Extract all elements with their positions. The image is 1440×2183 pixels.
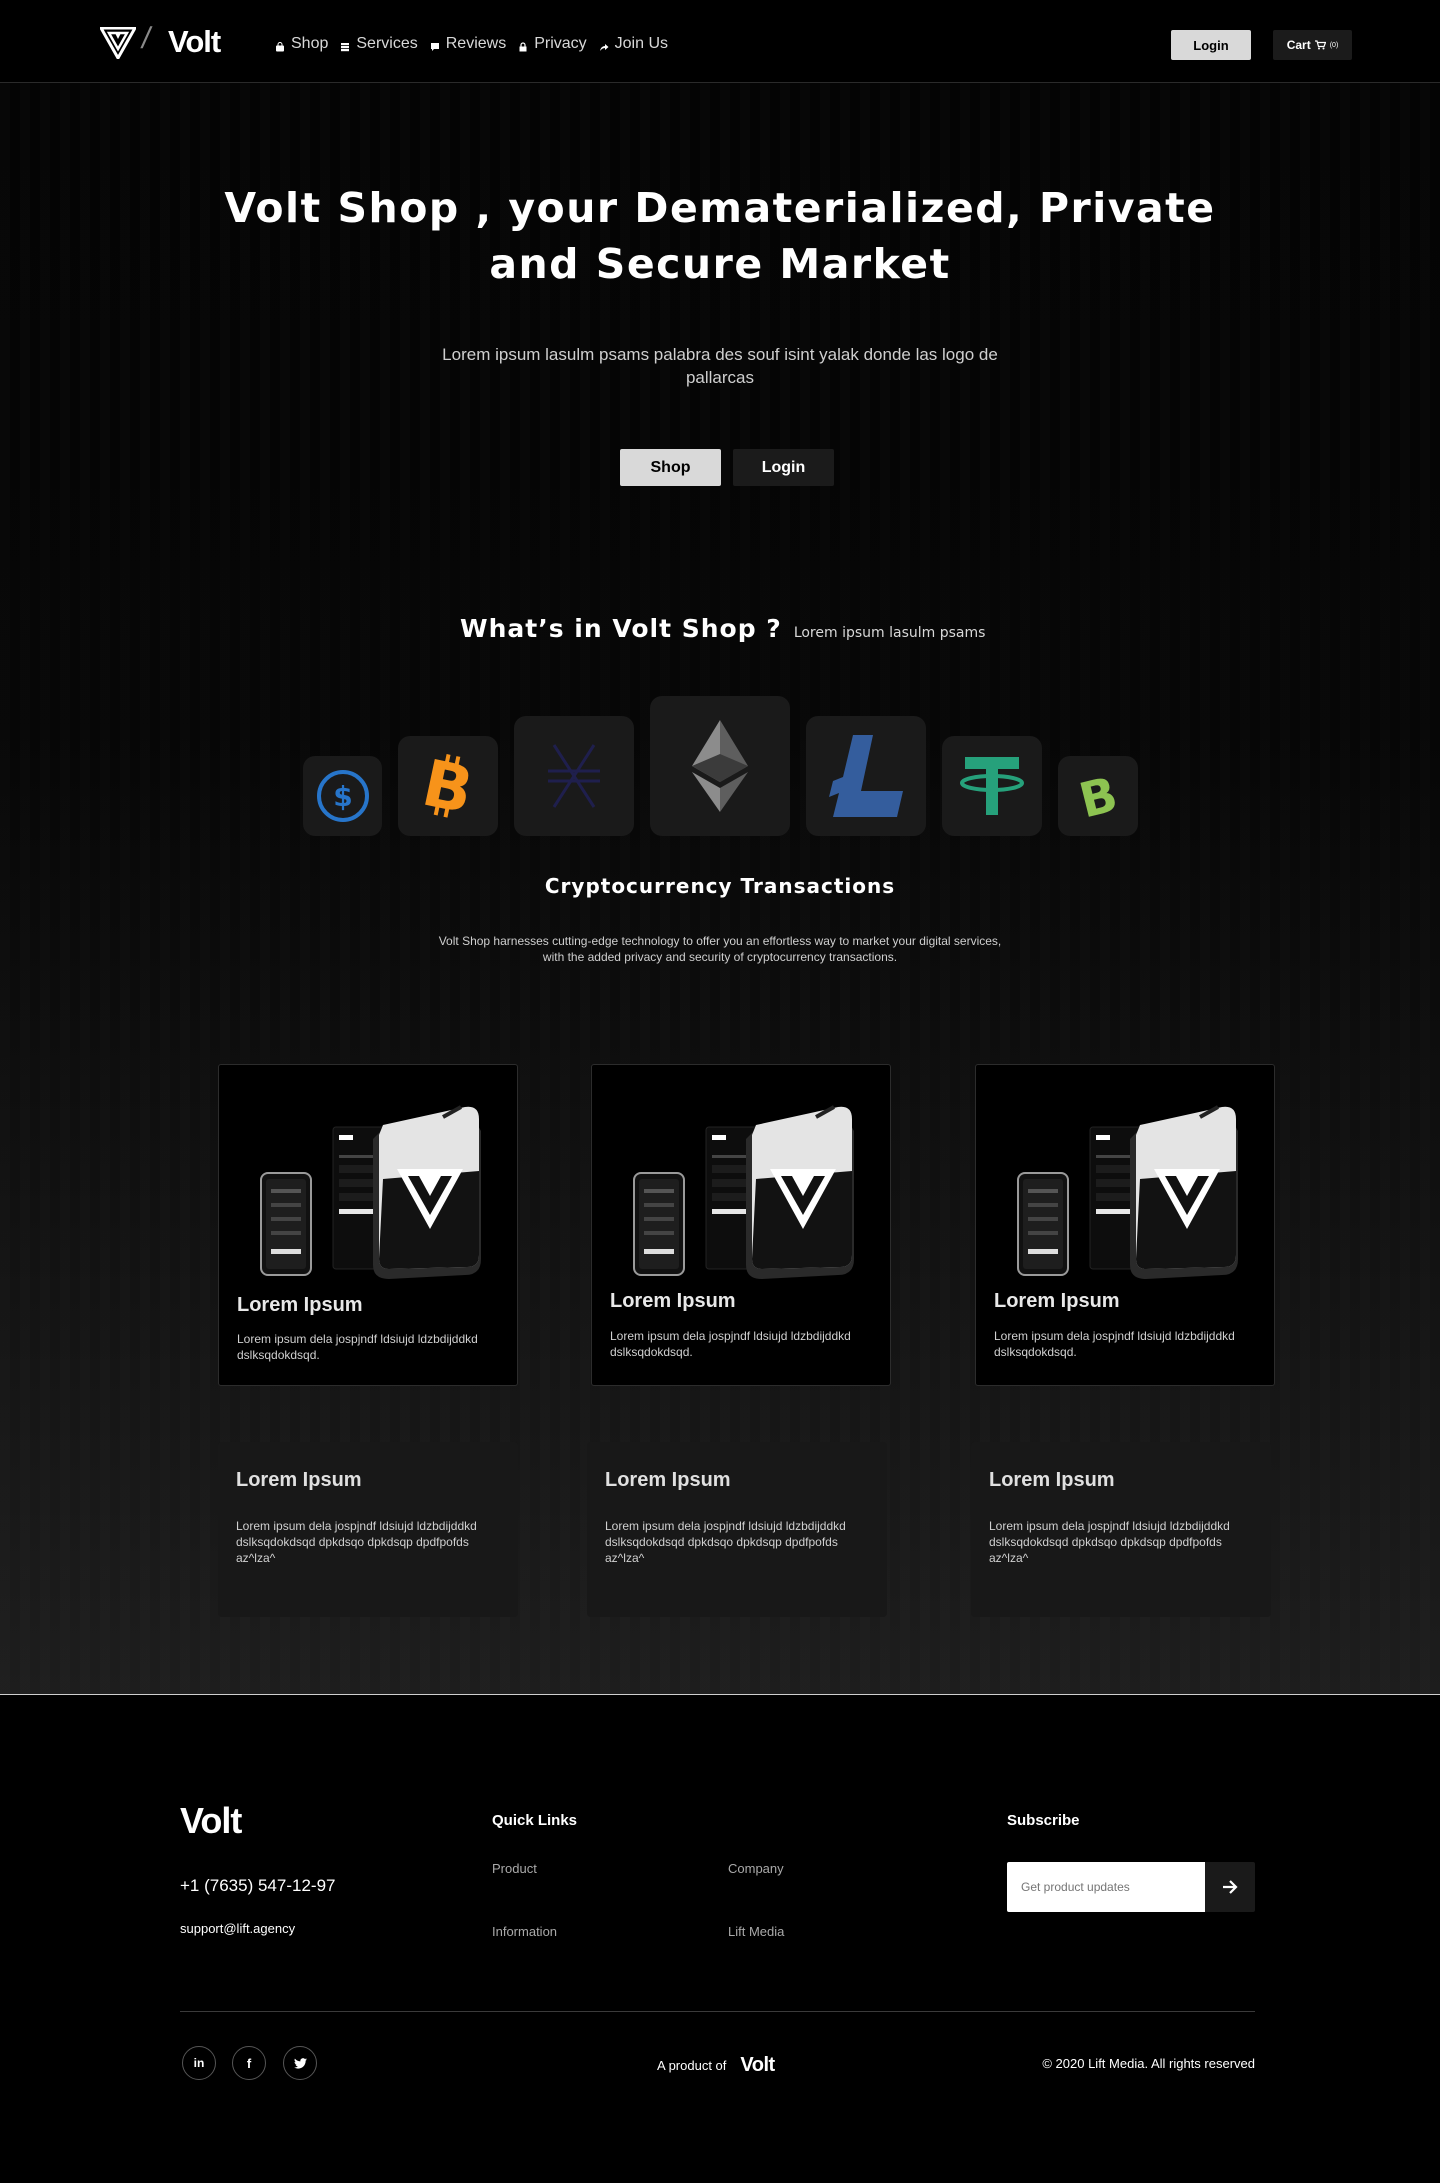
menu-item-services[interactable]: Services [340, 35, 418, 53]
product-of: A product of Volt [657, 2054, 775, 2077]
product-card[interactable]: Lorem Ipsum Lorem ipsum dela jospjndf ld… [591, 1064, 891, 1386]
footer-logo[interactable]: Volt [180, 1800, 242, 1842]
ethereum-icon [692, 720, 748, 812]
menu-item-privacy[interactable]: Privacy [518, 35, 587, 53]
footer-link-information[interactable]: Information [492, 1924, 557, 1939]
menu-item-label: Services [356, 35, 418, 52]
footer-divider [180, 2011, 1255, 2012]
footer-phone[interactable]: +1 (7635) 547-12-97 [180, 1876, 335, 1896]
menu-item-label: Privacy [534, 35, 587, 52]
svg-text:B: B [1076, 770, 1120, 822]
product-card[interactable]: Lorem Ipsum Lorem ipsum dela jospjndf ld… [218, 1064, 518, 1386]
volt-triangle-logo-icon[interactable] [98, 26, 138, 64]
menu-item-label: Join Us [614, 35, 669, 52]
arrow-right-icon [1223, 1880, 1238, 1894]
bag-icon [276, 42, 284, 52]
hero-login-button[interactable]: Login [733, 449, 834, 486]
hero-subtitle: Lorem ipsum lasulm psams palabra des sou… [442, 345, 998, 387]
facebook-icon: f [246, 2055, 252, 2071]
nav-login-button[interactable]: Login [1171, 30, 1251, 60]
facebook-link[interactable]: f [232, 2046, 266, 2080]
info-card-title: Lorem Ipsum [989, 1469, 1115, 1491]
svg-text:$: $ [333, 780, 352, 813]
card-title: Lorem Ipsum [237, 1294, 363, 1316]
product-mockup-image [606, 1079, 878, 1293]
main-menu: Shop Services Reviews Privacy Join Us [275, 35, 668, 53]
coin-tile-usdc: $ [303, 756, 382, 836]
coin-tile-stellar [514, 716, 634, 836]
lock-icon [519, 42, 527, 52]
features-heading: What’s in Volt Shop ? Lorem ipsum lasulm… [460, 614, 985, 643]
subscribe-form [1007, 1862, 1255, 1912]
subscribe-title: Subscribe [1007, 1812, 1080, 1829]
cart-count: (0) [1329, 41, 1339, 49]
usdc-icon: $ [316, 770, 369, 822]
bitcoin-icon: B [420, 753, 476, 819]
product-mockup-image [990, 1079, 1262, 1293]
info-card-text: Lorem ipsum dela jospjndf ldsiujd ldzbdi… [605, 1519, 846, 1565]
info-card: Lorem Ipsum Lorem ipsum dela jospjndf ld… [971, 1442, 1271, 1617]
stack-icon [341, 43, 350, 52]
cart-label: Cart [1286, 38, 1311, 52]
subscribe-email-input[interactable] [1007, 1862, 1205, 1912]
product-mockup-image [233, 1079, 505, 1293]
card-title: Lorem Ipsum [994, 1290, 1120, 1312]
twitter-icon [293, 2057, 307, 2069]
features-subtitle: Lorem ipsum lasulm psams [793, 625, 986, 641]
footer-link-company[interactable]: Company [728, 1861, 784, 1876]
footer [0, 1694, 1440, 2183]
top-nav: / Volt Shop Services Reviews Privacy Joi… [0, 0, 1440, 83]
footer-email[interactable]: support@lift.agency [180, 1921, 295, 1936]
info-card-title: Lorem Ipsum [236, 1469, 362, 1491]
tether-icon [960, 757, 1024, 815]
card-text: Lorem ipsum dela jospjndf ldsiujd ldzbdi… [994, 1329, 1235, 1359]
cart-icon [1314, 40, 1326, 50]
card-title: Lorem Ipsum [610, 1290, 736, 1312]
info-card-text: Lorem ipsum dela jospjndf ldsiujd ldzbdi… [236, 1519, 477, 1565]
coin-tile-bitcoin: B [398, 736, 498, 836]
info-card: Lorem Ipsum Lorem ipsum dela jospjndf ld… [587, 1442, 887, 1617]
twitter-link[interactable] [283, 2046, 317, 2080]
linkedin-icon: in [193, 2056, 205, 2070]
chat-icon [430, 43, 439, 51]
coin-tile-ethereum [650, 696, 790, 836]
coin-tile-litecoin [806, 716, 926, 836]
footer-link-lift-media[interactable]: Lift Media [728, 1924, 784, 1939]
card-text: Lorem ipsum dela jospjndf ldsiujd ldzbdi… [610, 1329, 851, 1359]
menu-item-label: Reviews [445, 35, 507, 52]
coin-tile-tether [942, 736, 1042, 836]
info-card-title: Lorem Ipsum [605, 1469, 731, 1491]
hero-title: Volt Shop , your Dematerialized, Private… [224, 184, 1216, 288]
product-of-brand[interactable]: Volt [740, 2054, 775, 2077]
brand-name[interactable]: Volt [168, 24, 221, 60]
footer-link-product[interactable]: Product [492, 1861, 537, 1876]
quick-links-title: Quick Links [492, 1812, 578, 1829]
linkedin-link[interactable]: in [182, 2046, 216, 2080]
card-text: Lorem ipsum dela jospjndf ldsiujd ldzbdi… [237, 1332, 478, 1362]
bitcoin-cash-icon: B [1076, 770, 1120, 822]
stellar-icon [548, 744, 600, 808]
info-card-text: Lorem ipsum dela jospjndf ldsiujd ldzbdi… [989, 1519, 1230, 1565]
menu-item-join-us[interactable]: Join Us [599, 35, 668, 53]
info-card: Lorem Ipsum Lorem ipsum dela jospjndf ld… [218, 1442, 518, 1617]
cart-button[interactable]: Cart (0) [1273, 30, 1352, 60]
share-arrow-icon [599, 44, 609, 51]
crypto-section-title: Cryptocurrency Transactions [544, 874, 896, 898]
coin-tile-bitcoin-cash: B [1058, 756, 1138, 836]
crypto-section-description: Volt Shop harnesses cutting-edge technol… [438, 934, 1002, 964]
hero-shop-button[interactable]: Shop [620, 449, 721, 486]
copyright: © 2020 Lift Media. All rights reserved [1042, 2056, 1255, 2071]
litecoin-icon [829, 735, 903, 817]
logo-divider: / [139, 22, 154, 55]
features-title: What’s in Volt Shop ? [460, 614, 782, 643]
menu-item-reviews[interactable]: Reviews [430, 35, 506, 53]
product-of-label: A product of [657, 2058, 727, 2073]
menu-item-shop[interactable]: Shop [275, 35, 328, 53]
subscribe-submit-button[interactable] [1205, 1862, 1255, 1912]
product-card[interactable]: Lorem Ipsum Lorem ipsum dela jospjndf ld… [975, 1064, 1275, 1386]
menu-item-label: Shop [291, 35, 329, 52]
